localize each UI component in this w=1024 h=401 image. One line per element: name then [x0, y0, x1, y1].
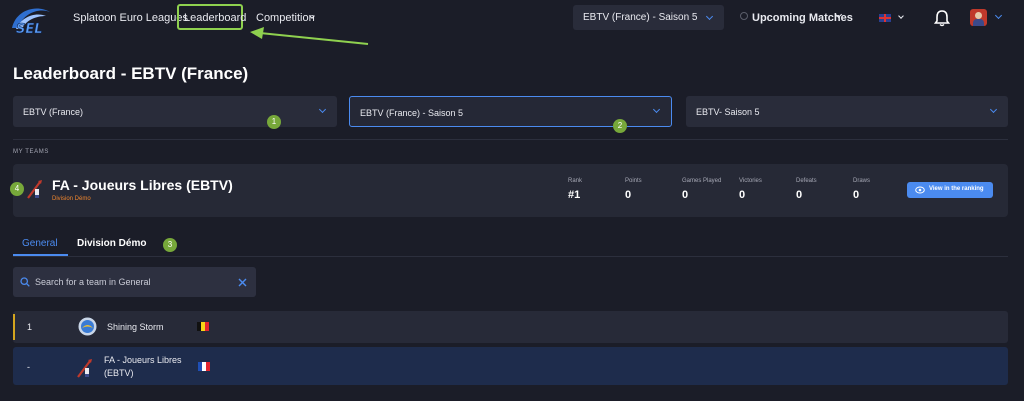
chevron-down-icon [705, 12, 714, 21]
stat-value-games-played: 0 [682, 189, 689, 201]
stat-value-points: 0 [625, 189, 632, 201]
ranking-row-rank: - [27, 362, 30, 372]
section-divider [13, 139, 1008, 140]
stat-label-games-played: Games Played [682, 178, 722, 184]
belgium-flag-icon [197, 322, 209, 331]
team-logo-icon [78, 317, 97, 336]
stat-label-victories: Victories [739, 178, 762, 184]
annotation-marker-3: 3 [163, 238, 177, 252]
nav-competition-link[interactable]: Competition [256, 12, 315, 24]
chevron-down-icon [652, 105, 661, 114]
first-place-accent [13, 314, 15, 340]
my-teams-label: MY TEAMS [13, 149, 49, 155]
my-team-name[interactable]: FA - Joueurs Libres (EBTV) [52, 177, 233, 193]
page-title: Leaderboard - EBTV (France) [13, 64, 249, 83]
season-select-value: EBTV (France) - Saison 5 [360, 108, 464, 118]
tab-general[interactable]: General [22, 238, 58, 249]
search-icon [20, 277, 30, 287]
clear-search-icon[interactable] [238, 278, 247, 287]
ranking-row-team[interactable]: Shining Storm [107, 322, 164, 332]
france-flag-icon [198, 362, 210, 371]
top-navigation: SEL Splatoon Euro Leagues Leaderboard Co… [0, 0, 1024, 45]
bell-icon[interactable] [934, 9, 950, 27]
view-in-ranking-button[interactable]: View in the ranking [907, 182, 993, 198]
view-in-ranking-label: View in the ranking [929, 186, 984, 192]
nav-leaderboard-link[interactable]: Leaderboard [184, 12, 246, 24]
team-logo-icon [27, 180, 42, 199]
sel-logo[interactable]: SEL [6, 2, 54, 37]
my-team-division: Division Démo [52, 196, 91, 202]
ranking-row-team[interactable]: FA - Joueurs Libres [104, 355, 182, 365]
user-menu-chevron-icon [994, 11, 1003, 20]
ranking-row-rank: 1 [27, 322, 33, 332]
stat-label-draws: Draws [853, 178, 871, 184]
season-select-top-value: EBTV (France) - Saison 5 [583, 12, 698, 23]
uk-flag-icon[interactable] [879, 14, 891, 22]
nav-brand-link[interactable]: Splatoon Euro Leagues [73, 12, 188, 24]
svg-text:SEL: SEL [16, 22, 43, 36]
language-chevron-icon [898, 13, 904, 19]
season-select-top[interactable]: EBTV (France) - Saison 5 [573, 5, 724, 30]
stat-label-rank: Rank [568, 178, 583, 184]
tabs-divider [13, 256, 1008, 257]
annotation-marker-2: 2 [613, 119, 627, 133]
ranking-row-team-suffix[interactable]: (EBTV) [104, 368, 134, 378]
league-select[interactable]: EBTV (France) [13, 96, 337, 127]
division-select[interactable]: EBTV- Saison 5 [686, 96, 1008, 127]
division-select-value: EBTV- Saison 5 [696, 107, 760, 117]
ranking-row-my-team[interactable] [13, 347, 1008, 385]
chevron-down-icon [989, 105, 998, 114]
search-input[interactable]: Search for a team in General [35, 277, 151, 287]
stat-label-points: Points [625, 178, 642, 184]
tab-division-demo[interactable]: Division Démo [77, 238, 146, 249]
stat-value-draws: 0 [853, 189, 860, 201]
stat-value-defeats: 0 [796, 189, 803, 201]
eye-icon [915, 186, 925, 194]
clock-icon [740, 12, 748, 20]
chevron-down-icon [318, 105, 327, 114]
league-select-value: EBTV (France) [23, 107, 84, 117]
active-tab-underline [13, 254, 68, 256]
stat-value-rank: #1 [568, 189, 581, 201]
stat-label-defeats: Defeats [796, 178, 817, 184]
annotation-marker-1: 1 [267, 115, 281, 129]
stat-value-victories: 0 [739, 189, 746, 201]
team-logo-icon [77, 359, 92, 378]
annotation-marker-4: 4 [10, 182, 24, 196]
annotation-arrow [250, 27, 369, 45]
user-avatar[interactable] [970, 9, 987, 26]
